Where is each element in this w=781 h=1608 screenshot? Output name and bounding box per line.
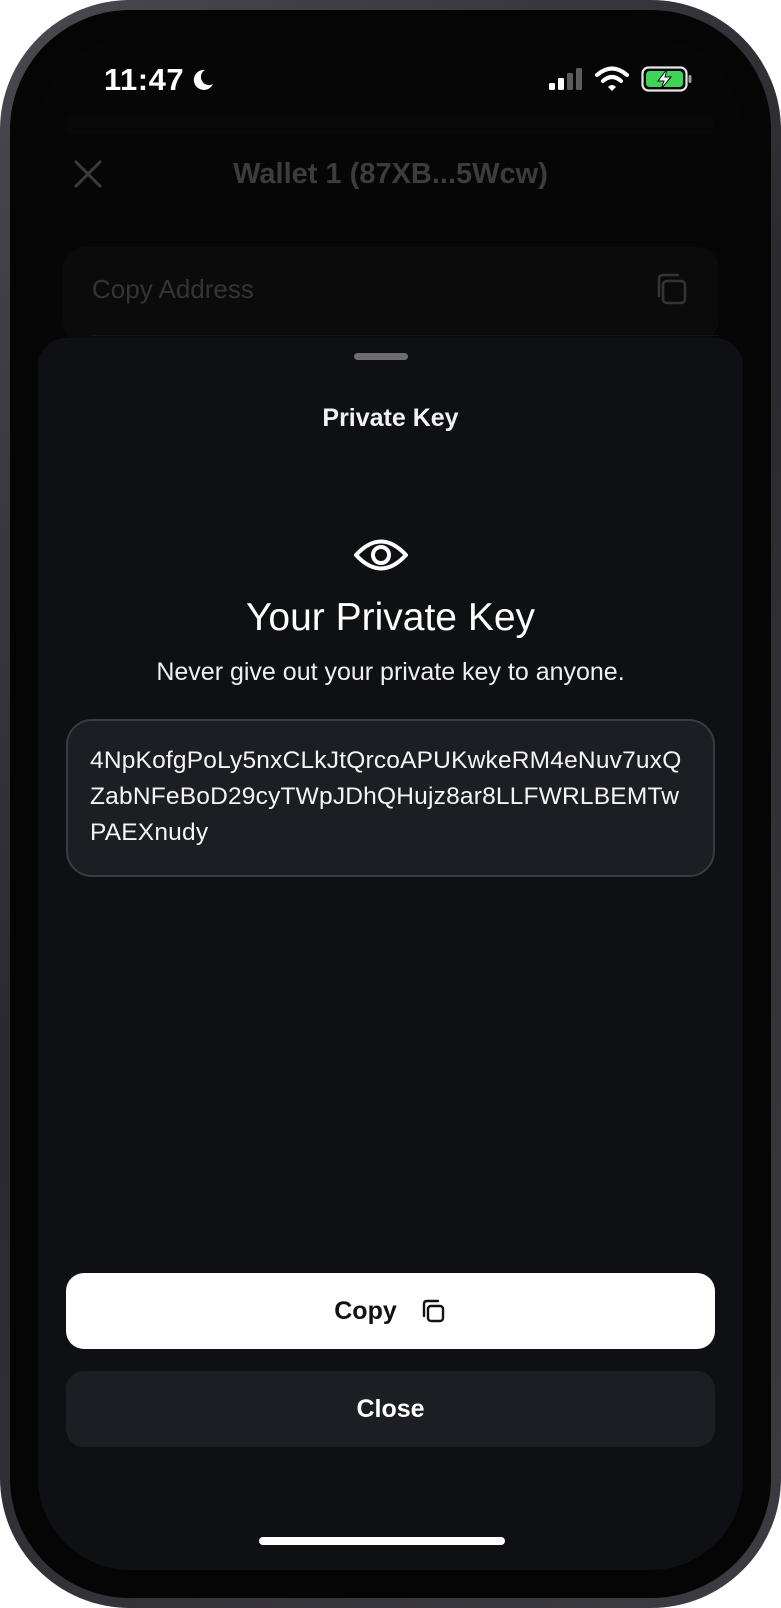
status-bar: 11:47 <box>38 38 743 128</box>
sheet-title: Private Key <box>322 404 459 432</box>
close-button[interactable]: Close <box>66 1371 715 1447</box>
battery-charging-icon <box>641 66 692 92</box>
wifi-icon <box>595 66 629 91</box>
copy-button[interactable]: Copy <box>66 1273 715 1349</box>
home-indicator[interactable] <box>259 1537 505 1545</box>
copy-icon <box>422 1299 444 1323</box>
cellular-signal-icon <box>549 68 582 90</box>
clock-label: 11:47 <box>104 62 185 97</box>
private-key-box[interactable]: 4NpKofgPoLy5nxCLkJtQrcoAPUKwkeRM4eNuv7ux… <box>66 719 715 877</box>
screen: Wallet 1 (87XB...5Wcw) Copy Address 11:4… <box>38 38 743 1570</box>
eye-icon <box>354 539 408 571</box>
private-key-sheet: Private Key Your Private Key Never give … <box>38 338 743 1570</box>
private-key-value: 4NpKofgPoLy5nxCLkJtQrcoAPUKwkeRM4eNuv7ux… <box>90 747 682 846</box>
copy-button-label: Copy <box>334 1296 397 1325</box>
sheet-grabber[interactable] <box>354 353 408 360</box>
private-key-heading: Your Private Key <box>245 596 536 639</box>
close-button-label: Close <box>356 1394 425 1423</box>
status-time: 11:47 <box>104 62 216 98</box>
moon-icon <box>193 69 214 90</box>
private-key-warning: Never give out your private key to anyon… <box>156 658 625 686</box>
status-icons <box>547 66 693 92</box>
